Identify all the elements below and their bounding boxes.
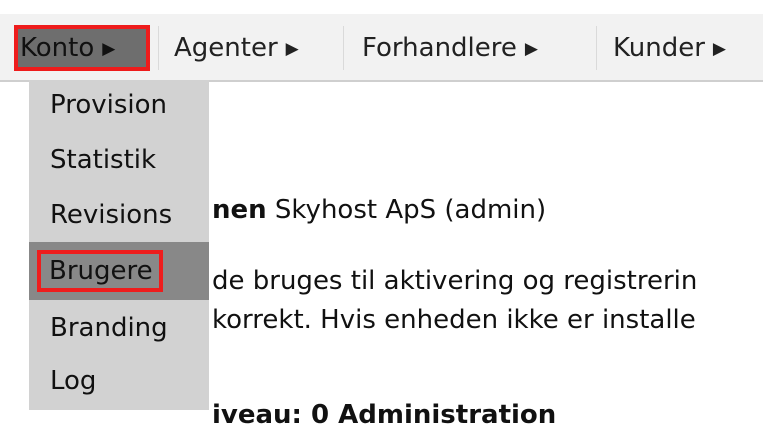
nav-forhandlere[interactable]: Forhandlere ▶ bbox=[362, 26, 538, 70]
chevron-right-icon: ▶ bbox=[102, 39, 116, 59]
info-text-line-2: korrekt. Hvis enheden ikke er installe bbox=[212, 305, 696, 335]
nav-konto-label: Konto bbox=[20, 33, 95, 63]
nav-divider bbox=[343, 26, 344, 70]
owner-label-fragment: nen bbox=[212, 195, 267, 225]
nav-agenter-label: Agenter bbox=[174, 33, 278, 63]
nav-agenter[interactable]: Agenter ▶ bbox=[174, 26, 299, 70]
nav-kunder-label: Kunder bbox=[613, 33, 705, 63]
nav-konto[interactable]: Konto ▶ bbox=[14, 25, 150, 71]
nav-forhandlere-label: Forhandlere bbox=[362, 33, 517, 63]
menu-item-label: Provision bbox=[50, 90, 168, 120]
chevron-right-icon: ▶ bbox=[524, 39, 538, 59]
menu-item-label: Branding bbox=[50, 313, 168, 343]
info-text-line-1: de bruges til aktivering og registrerin bbox=[212, 266, 698, 296]
top-navigation-bar: Konto ▶ Agenter ▶ Forhandlere ▶ Kunder ▶ bbox=[0, 14, 763, 82]
menu-item-log[interactable]: Log bbox=[29, 356, 209, 406]
menu-item-label: Statistik bbox=[50, 145, 157, 175]
chevron-right-icon: ▶ bbox=[712, 39, 726, 59]
menu-item-revisions[interactable]: Revisions bbox=[29, 190, 209, 240]
menu-item-brugere[interactable]: Brugere bbox=[29, 242, 209, 300]
nav-kunder[interactable]: Kunder ▶ bbox=[613, 26, 726, 70]
account-owner-line: nen Skyhost ApS (admin) bbox=[212, 195, 546, 225]
menu-item-branding[interactable]: Branding bbox=[29, 303, 209, 353]
menu-item-label: Log bbox=[50, 366, 97, 396]
menu-item-label: Brugere bbox=[37, 250, 163, 292]
menu-item-provision[interactable]: Provision bbox=[29, 80, 209, 130]
chevron-right-icon: ▶ bbox=[285, 39, 299, 59]
owner-value: Skyhost ApS (admin) bbox=[266, 195, 547, 225]
konto-dropdown-menu: Provision Statistik Revisions Brugere Br… bbox=[29, 80, 209, 410]
nav-divider bbox=[596, 26, 597, 70]
menu-item-statistik[interactable]: Statistik bbox=[29, 135, 209, 185]
nav-divider bbox=[158, 26, 159, 70]
menu-item-label: Revisions bbox=[50, 200, 173, 230]
